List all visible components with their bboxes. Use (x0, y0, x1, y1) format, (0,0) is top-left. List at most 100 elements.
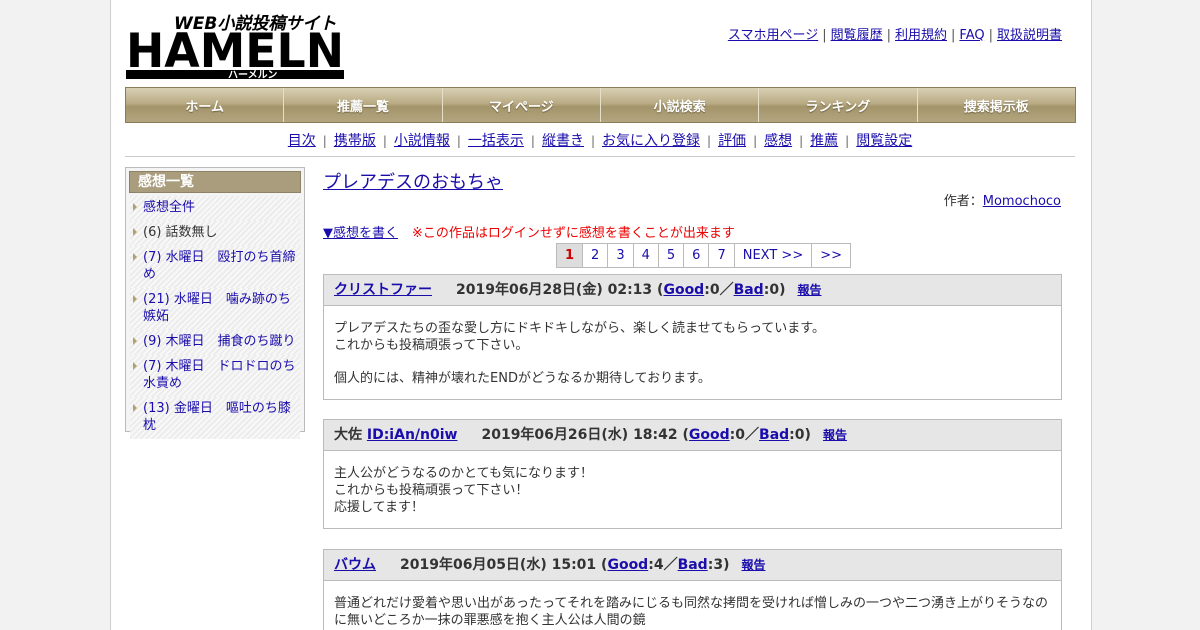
separator: | (799, 134, 804, 148)
separator: | (951, 28, 956, 43)
review-header: 大佐 ID:iAn/n0iw 2019年06月26日(水) 18:42 (Good… (324, 420, 1061, 451)
toplink-faq[interactable]: FAQ (959, 28, 984, 43)
bad-vote-link[interactable]: Bad (734, 282, 764, 298)
separator: | (707, 134, 712, 148)
sidebar-item-episode[interactable]: (7) 木曜日 ドロドロのち水責め (143, 359, 296, 391)
page-link[interactable]: 5 (659, 244, 685, 267)
toplink-terms[interactable]: 利用規約 (895, 28, 947, 43)
review-date: 2019年06月26日(水) 18:42 (481, 427, 678, 443)
toplink-manual[interactable]: 取扱説明書 (997, 28, 1062, 43)
work-title[interactable]: プレアデスのおもちゃ (323, 168, 503, 194)
review-body: 普通どれだけ愛着や思い出があったってそれを踏みにじるも同然な拷問を受ければ憎しみ… (324, 581, 1061, 630)
bad-vote-link[interactable]: Bad (759, 427, 789, 443)
report-link[interactable]: 報告 (797, 283, 821, 297)
page-link[interactable]: 7 (709, 244, 735, 267)
guest-review-notice: ※この作品はログインせずに感想を書くことが出来ます (412, 226, 735, 241)
reviewer-id-link[interactable]: ID:iAn/n0iw (367, 427, 458, 443)
sidebar-item[interactable]: (7) 木曜日 ドロドロのち水責め (130, 355, 300, 397)
bad-vote-link[interactable]: Bad (678, 557, 708, 573)
reviewer-name[interactable]: バウム (334, 557, 376, 573)
review-paragraph: 主人公がどうなるのかとても気になります！ これからも投稿頑張って下さい！ 応援し… (334, 466, 593, 515)
separator: | (822, 28, 827, 43)
separator: | (590, 134, 596, 148)
page-link[interactable]: 2 (583, 244, 609, 267)
sidebar-item[interactable]: (21) 水曜日 噛み跡のち嫉妬 (130, 288, 300, 330)
sidebar-item-episode[interactable]: (7) 水曜日 殴打のち首締め (143, 250, 296, 282)
nav-home[interactable]: ホーム (126, 88, 285, 122)
pagination: 1 2 3 4 5 6 7 NEXT >> >> (556, 243, 852, 268)
subnav-mobile[interactable]: 携帯版 (334, 133, 376, 149)
subnav-rating[interactable]: 評価 (718, 133, 746, 149)
subnav-view-settings[interactable]: 閲覧設定 (856, 133, 912, 149)
sidebar-item[interactable]: (9) 木曜日 捕食のち蹴り (130, 330, 300, 355)
separator: | (988, 28, 993, 43)
subnav-toc[interactable]: 目次 (288, 133, 316, 149)
subnav-vertical[interactable]: 縦書き (542, 133, 584, 149)
author-link[interactable]: Momochoco (983, 194, 1061, 209)
nav-ranking[interactable]: ランキング (759, 88, 918, 122)
separator: | (845, 134, 850, 148)
nav-recommendations[interactable]: 推薦一覧 (284, 88, 443, 122)
triangle-bullet-icon (133, 295, 137, 303)
subnav-favorite[interactable]: お気に入り登録 (602, 133, 700, 149)
toplink-smartphone[interactable]: スマホ用ページ (728, 28, 818, 43)
sub-nav: 目次 | 携帯版 | 小説情報 | 一括表示 | 縦書き | お気に入り登録 | 評価 | 感想 | 推薦 | 閲覧… (125, 130, 1075, 150)
toplink-history[interactable]: 閲覧履歴 (831, 28, 883, 43)
top-links: スマホ用ページ | 閲覧履歴 | 利用規約 | FAQ | 取扱説明書 (728, 24, 1062, 43)
report-link[interactable]: 報告 (823, 428, 847, 442)
logo-kana: ハーメルン (228, 69, 277, 80)
hameln-logo[interactable]: WEB小説投稿サイト HAMELN ハーメルン (126, 10, 346, 80)
sidebar-item[interactable]: 感想全件 (130, 196, 300, 221)
triangle-bullet-icon (133, 253, 137, 261)
good-count: 0 (735, 427, 746, 443)
good-vote-link[interactable]: Good (607, 557, 648, 573)
review-date: 2019年06月28日(金) 02:13 (456, 282, 653, 298)
write-review-link[interactable]: ▼感想を書く (323, 226, 398, 241)
page-link[interactable]: 3 (608, 244, 634, 267)
page-last[interactable]: >> (812, 244, 850, 267)
review-paragraph: 個人的には、精神が壊れたENDがどうなるか期待しております。 (334, 371, 711, 386)
triangle-bullet-icon (133, 337, 137, 345)
review-body: 主人公がどうなるのかとても気になります！ これからも投稿頑張って下さい！ 応援し… (324, 451, 1061, 528)
page-next[interactable]: NEXT >> (735, 244, 813, 267)
author-label: 作者： (943, 194, 983, 209)
nav-mypage[interactable]: マイページ (443, 88, 601, 122)
bad-count: 3 (713, 557, 724, 573)
review-header: クリストファー 2019年06月28日(金) 02:13 (Good:0／Bad:… (324, 275, 1061, 306)
separator: | (382, 134, 387, 148)
bad-count: 0 (794, 427, 805, 443)
subnav-show-all[interactable]: 一括表示 (468, 133, 524, 149)
subnav-reviews[interactable]: 感想 (764, 133, 792, 149)
triangle-bullet-icon (133, 404, 137, 412)
subnav-novel-info[interactable]: 小説情報 (394, 133, 450, 149)
nav-search-board[interactable]: 捜索掲示板 (918, 88, 1075, 122)
sidebar-item[interactable]: (13) 金曜日 嘔吐のち膝枕 (130, 397, 300, 439)
sidebar-item-episode[interactable]: (9) 木曜日 捕食のち蹴り (143, 334, 296, 349)
page-container: WEB小説投稿サイト HAMELN ハーメルン スマホ用ページ | 閲覧履歴 | 利用規… (110, 0, 1092, 630)
report-link[interactable]: 報告 (741, 558, 765, 572)
sidebar-item-episode[interactable]: (13) 金曜日 嘔吐のち膝枕 (143, 401, 291, 433)
sidebar-item-all[interactable]: 感想全件 (143, 200, 195, 215)
sidebar-title: 感想一覧 (129, 171, 301, 193)
sidebar-item-episode[interactable]: (21) 水曜日 噛み跡のち嫉妬 (143, 292, 291, 324)
page-link[interactable]: 6 (684, 244, 710, 267)
separator: | (456, 134, 461, 148)
good-vote-link[interactable]: Good (689, 427, 730, 443)
page-current: 1 (557, 244, 584, 267)
review-date: 2019年06月05日(水) 15:01 (400, 557, 597, 573)
divider (125, 156, 1075, 157)
triangle-bullet-icon (133, 362, 137, 370)
reviewer-name[interactable]: クリストファー (334, 282, 432, 298)
triangle-bullet-icon (133, 228, 137, 236)
page-link[interactable]: 4 (634, 244, 659, 267)
review-header: バウム 2019年06月05日(水) 15:01 (Good:4／Bad:3) 報告 (324, 550, 1061, 581)
sidebar-item[interactable]: (7) 水曜日 殴打のち首締め (130, 246, 300, 288)
separator: | (322, 134, 327, 148)
subnav-recommend[interactable]: 推薦 (810, 133, 838, 149)
sidebar-item-no-episode: (6) 話数無し (143, 225, 218, 240)
good-vote-link[interactable]: Good (663, 282, 704, 298)
bad-count: 0 (769, 282, 780, 298)
nav-novel-search[interactable]: 小説検索 (601, 88, 760, 122)
separator: | (753, 134, 758, 148)
reviewer-prefix: 大佐 (334, 427, 367, 443)
